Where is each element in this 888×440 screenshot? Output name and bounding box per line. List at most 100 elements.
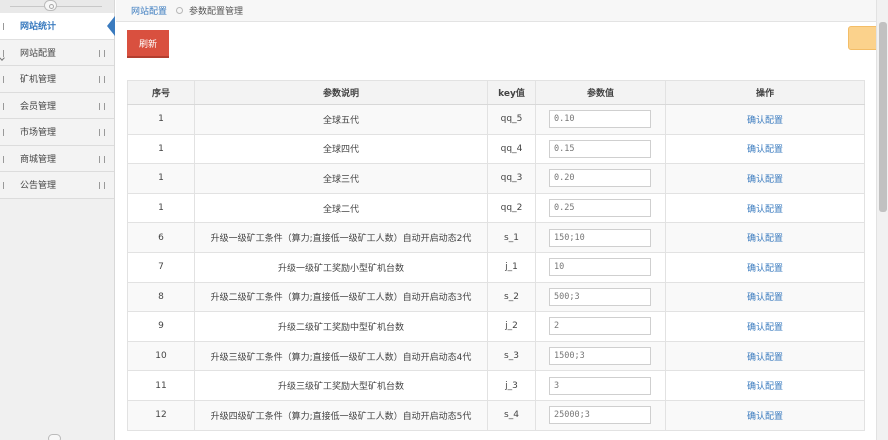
breadcrumb-current: 参数配置管理 xyxy=(189,7,244,17)
confirm-config-link[interactable]: 确认配置 xyxy=(747,412,783,422)
cell-action: 确认配置 xyxy=(665,133,865,165)
cell-value xyxy=(535,163,666,194)
header-action: 操作 xyxy=(665,80,865,105)
cell-action: 确认配置 xyxy=(665,340,865,372)
cell-value xyxy=(535,251,666,283)
cell-key: qq_2 xyxy=(487,192,536,224)
sidebar-item-label: 网站统计 xyxy=(20,22,57,33)
cell-action: 确认配置 xyxy=(665,104,865,135)
cell-action: 确认配置 xyxy=(665,311,865,342)
cell-key: qq_5 xyxy=(487,104,536,135)
expand-toggle-icon[interactable] xyxy=(99,155,105,163)
breadcrumb-link[interactable]: 网站配置 xyxy=(131,4,167,17)
pointer-icon xyxy=(0,54,5,61)
sidebar-item[interactable]: 公告管理 xyxy=(0,172,114,199)
param-value-input[interactable] xyxy=(549,287,651,306)
sidebar-item-label: 网站配置 xyxy=(20,48,57,59)
confirm-config-link[interactable]: 确认配置 xyxy=(747,205,783,215)
param-value-input[interactable] xyxy=(549,406,651,425)
sidebar-menu: 网站统计网站配置矿机管理 会员管理市场管理商城管理公告管理 xyxy=(0,13,115,199)
cell-desc: 升级一级矿工奖励小型矿机台数 xyxy=(194,251,488,283)
sidebar-item[interactable]: 网站配置 xyxy=(0,39,114,66)
expand-toggle-icon[interactable] xyxy=(99,102,105,110)
param-value-input[interactable] xyxy=(549,376,651,395)
expand-marker-icon xyxy=(3,76,4,83)
cell-desc: 升级一级矿工条件（算力;直接低一级矿工人数）自动开启动态2代 xyxy=(194,222,488,253)
param-value-input[interactable] xyxy=(549,347,651,366)
header-no: 序号 xyxy=(127,80,195,105)
confirm-config-link[interactable]: 确认配置 xyxy=(747,264,783,274)
confirm-config-link[interactable]: 确认配置 xyxy=(747,175,783,185)
confirm-config-link[interactable]: 确认配置 xyxy=(747,116,783,126)
params-table: 序号 参数说明 key值 参数值 操作 1全球五代qq_5确认配置1全球四代qq… xyxy=(127,80,865,431)
sidebar-bottom xyxy=(0,434,115,440)
sidebar-item[interactable]: 矿机管理 xyxy=(0,66,114,93)
collapse-toggle-icon[interactable] xyxy=(44,0,57,11)
table-row: 1全球五代qq_5 确认配置 xyxy=(127,104,865,135)
cell-key: j_1 xyxy=(487,251,536,283)
cell-desc: 升级二级矿工奖励中型矿机台数 xyxy=(194,311,488,342)
sidebar: 网站统计网站配置矿机管理 会员管理市场管理商城管理公告管理 xyxy=(0,0,115,440)
param-value-input[interactable] xyxy=(549,169,651,188)
expand-toggle-icon[interactable] xyxy=(99,182,105,189)
cell-action: 确认配置 xyxy=(665,399,865,431)
sidebar-item[interactable]: 会员管理 xyxy=(0,92,114,119)
sidebar-item[interactable]: 商城管理 xyxy=(0,145,114,172)
table-row: 1全球四代qq_4 确认配置 xyxy=(127,133,865,165)
confirm-config-link[interactable]: 确认配置 xyxy=(747,323,783,333)
confirm-config-link[interactable]: 确认配置 xyxy=(747,145,783,155)
cell-no: 1 xyxy=(127,104,195,135)
cell-value xyxy=(535,399,666,431)
sidebar-item-label: 市场管理 xyxy=(20,128,57,139)
scroll-toggle-icon[interactable] xyxy=(48,434,61,440)
vertical-scrollbar[interactable] xyxy=(876,0,888,440)
confirm-config-link[interactable]: 确认配置 xyxy=(747,353,783,363)
notice-tab[interactable] xyxy=(848,26,877,50)
confirm-config-link[interactable]: 确认配置 xyxy=(747,234,783,244)
table-row: 9升级二级矿工奖励中型矿机台数j_2 确认配置 xyxy=(127,311,865,342)
scrollbar-thumb[interactable] xyxy=(879,22,887,212)
cell-action: 确认配置 xyxy=(665,192,865,224)
cell-value xyxy=(535,370,666,401)
cell-desc: 升级三级矿工奖励大型矿机台数 xyxy=(194,370,488,401)
cell-no: 1 xyxy=(127,163,195,194)
sidebar-collapse-bar xyxy=(0,0,114,13)
table-row: 12升级四级矿工条件（算力;直接低一级矿工人数）自动开启动态5代s_4 确认配置 xyxy=(127,399,865,431)
cell-no: 12 xyxy=(127,399,195,431)
cell-value xyxy=(535,222,666,253)
expand-marker-icon xyxy=(3,182,4,189)
expand-marker-icon xyxy=(3,102,4,110)
confirm-config-link[interactable]: 确认配置 xyxy=(747,293,783,303)
cell-action: 确认配置 xyxy=(665,281,865,313)
header-desc: 参数说明 xyxy=(194,80,488,105)
param-value-input[interactable] xyxy=(549,258,651,277)
expand-marker-icon xyxy=(3,23,4,30)
expand-toggle-icon[interactable] xyxy=(99,129,105,136)
cell-no: 10 xyxy=(127,340,195,372)
param-value-input[interactable] xyxy=(549,199,651,218)
expand-toggle-icon[interactable] xyxy=(99,49,105,57)
sidebar-item[interactable]: 网站统计 xyxy=(0,13,115,40)
cell-action: 确认配置 xyxy=(665,163,865,194)
table-body: 1全球五代qq_5确认配置1全球四代qq_4确认配置1全球三代qq_3确认配置1… xyxy=(127,104,865,431)
param-value-input[interactable] xyxy=(549,228,651,247)
cell-key: j_2 xyxy=(487,311,536,342)
cell-desc: 升级四级矿工条件（算力;直接低一级矿工人数）自动开启动态5代 xyxy=(194,399,488,431)
main-content: 网站配置 参数配置管理 刷新 序号 参数说明 key值 参数值 操作 1 全球五代… xyxy=(116,0,877,440)
active-arrow-icon xyxy=(107,16,115,36)
sidebar-item[interactable]: 市场管理 xyxy=(0,119,114,146)
header-value: 参数值 xyxy=(535,80,666,105)
expand-marker-icon xyxy=(3,155,4,163)
cell-value xyxy=(535,340,666,372)
cell-value xyxy=(535,133,666,165)
param-value-input[interactable] xyxy=(549,139,651,158)
sidebar-item-label: 公告管理 xyxy=(20,181,57,192)
refresh-button[interactable]: 刷新 xyxy=(127,30,169,58)
cell-action: 确认配置 xyxy=(665,251,865,283)
expand-toggle-icon[interactable] xyxy=(99,76,105,83)
param-value-input[interactable] xyxy=(549,110,651,129)
param-value-input[interactable] xyxy=(549,317,651,336)
confirm-config-link[interactable]: 确认配置 xyxy=(747,382,783,392)
cell-desc: 全球五代 xyxy=(194,104,488,135)
cell-desc: 升级三级矿工条件（算力;直接低一级矿工人数）自动开启动态4代 xyxy=(194,340,488,372)
